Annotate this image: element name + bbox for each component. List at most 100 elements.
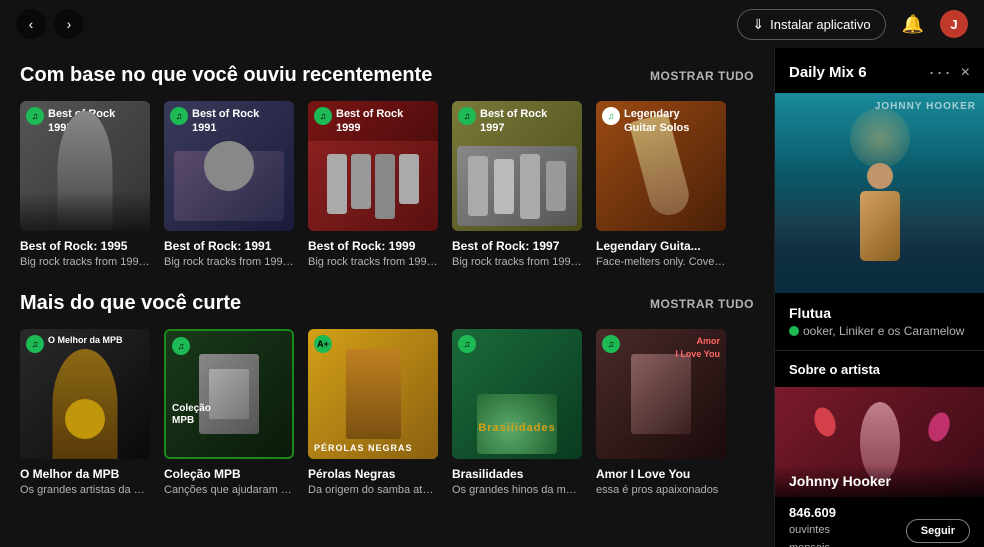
card-desc-rock-1997: Big rock tracks from 1997. Cover:... bbox=[452, 256, 582, 268]
card-label-brasil: Brasilidades bbox=[452, 467, 582, 481]
install-button[interactable]: ⇓ Instalar aplicativo bbox=[737, 9, 885, 40]
spotify-badge-brasil: ♫ bbox=[458, 335, 476, 353]
card-rock-1997[interactable]: ♫ Best of Rock1997 Best of Rock: 1997 Bi… bbox=[452, 101, 582, 268]
album-title-1991: Best of Rock1991 bbox=[192, 107, 259, 136]
spotify-badge-amor: ♫ bbox=[602, 335, 620, 353]
spotify-badge-1995: ♫ bbox=[26, 107, 44, 125]
about-header: Sobre o artista bbox=[775, 351, 984, 387]
card-desc-rock-1999: Big rock tracks from 1999. Cover: Blink-… bbox=[308, 256, 438, 268]
album-title-guitar: LegendaryGuitar Solos bbox=[624, 107, 689, 136]
card-desc-brasil: Os grandes hinos da música brasileira! bbox=[452, 484, 582, 496]
card-rock-1991-art: ♫ Best of Rock1991 bbox=[164, 101, 294, 231]
liked-section-header: Mais do que você curte Mostrar tudo bbox=[20, 292, 754, 315]
sidebar-album-art: JOHNNY HOOKER bbox=[775, 93, 984, 293]
track-artist-names: ooker, Liniker e os Caramelow bbox=[803, 324, 964, 338]
card-colecao-art: ♫ ColeçãoMPB bbox=[164, 329, 294, 459]
spotify-badge-colecao: ♫ bbox=[172, 337, 190, 355]
card-desc-mpb: Os grandes artistas da MPB. Foto: Djavan bbox=[20, 484, 150, 496]
card-desc-perolas: Da origem do samba até os dias de hoje,.… bbox=[308, 484, 438, 496]
card-brasil-art: ♫ Brasilidades bbox=[452, 329, 582, 459]
card-mpb[interactable]: ♫ O Melhor da MPB O Melhor da MPB Os gra… bbox=[20, 329, 150, 496]
liked-cards-row: ♫ O Melhor da MPB O Melhor da MPB Os gra… bbox=[20, 329, 754, 496]
card-label-amor: Amor I Love You bbox=[596, 467, 726, 481]
mpb-title-overlay: O Melhor da MPB bbox=[48, 335, 123, 347]
card-colecao[interactable]: ♫ ColeçãoMPB Coleção MPB Canções que aju… bbox=[164, 329, 294, 496]
spotify-badge-1991: ♫ bbox=[170, 107, 188, 125]
card-amor-art: ♫ AmorI Love You bbox=[596, 329, 726, 459]
colecao-title-overlay: ColeçãoMPB bbox=[172, 403, 211, 427]
card-desc-colecao: Canções que ajudaram a escrevre... bbox=[164, 484, 294, 496]
card-rock-1997-art: ♫ Best of Rock1997 bbox=[452, 101, 582, 231]
track-artists: ooker, Liniker e os Caramelow bbox=[789, 324, 970, 338]
forward-button[interactable]: › bbox=[54, 9, 84, 39]
sidebar-title: Daily Mix 6 bbox=[789, 64, 867, 81]
main-layout: Com base no que você ouviu recentemente … bbox=[0, 48, 984, 547]
install-label: Instalar aplicativo bbox=[770, 17, 870, 32]
card-label-perolas: Pérolas Negras bbox=[308, 467, 438, 481]
artist-name-overlay: Johnny Hooker bbox=[775, 465, 984, 497]
spotify-badge-1999: ♫ bbox=[314, 107, 332, 125]
sidebar-controls: ··· × bbox=[929, 62, 970, 83]
notification-button[interactable]: 🔔 bbox=[894, 10, 932, 39]
spotify-badge-guitar: ♫ bbox=[602, 107, 620, 125]
recent-section-header: Com base no que você ouviu recentemente … bbox=[20, 64, 754, 87]
card-label-rock-1999: Best of Rock: 1999 bbox=[308, 239, 438, 253]
card-desc-rock-1995: Big rock tracks from 1995. Cover: Oasis bbox=[20, 256, 150, 268]
playing-indicator bbox=[789, 326, 799, 336]
card-desc-amor: essa é pros apaixonados bbox=[596, 484, 726, 496]
listeners-label: ouvintesmensais bbox=[789, 524, 830, 547]
card-guitar[interactable]: ♫ LegendaryGuitar Solos Legendary Guita.… bbox=[596, 101, 726, 268]
listeners-info: 846.609 ouvintesmensais bbox=[789, 505, 836, 547]
card-label-rock-1995: Best of Rock: 1995 bbox=[20, 239, 150, 253]
sidebar-album-artist-text: JOHNNY HOOKER bbox=[875, 101, 976, 112]
card-perolas[interactable]: A+ PÉROLAS NEGRAS Pérolas Negras Da orig… bbox=[308, 329, 438, 496]
brasil-title-overlay: Brasilidades bbox=[478, 422, 555, 434]
card-guitar-art: ♫ LegendaryGuitar Solos bbox=[596, 101, 726, 231]
card-mpb-art: ♫ O Melhor da MPB bbox=[20, 329, 150, 459]
topbar: ‹ › ⇓ Instalar aplicativo 🔔 J bbox=[0, 0, 984, 48]
liked-section-title: Mais do que você curte bbox=[20, 292, 241, 315]
track-name: Flutua bbox=[789, 305, 970, 321]
card-brasil[interactable]: ♫ Brasilidades Brasilidades Os grandes h… bbox=[452, 329, 582, 496]
spotify-badge-mpb: ♫ bbox=[26, 335, 44, 353]
recent-show-all-button[interactable]: Mostrar tudo bbox=[650, 69, 754, 83]
listeners-count: 846.609 bbox=[789, 505, 836, 520]
card-rock-1995-art: ♫ Best of Rock 1995 bbox=[20, 101, 150, 231]
sidebar: Daily Mix 6 ··· × JOHNNY HOOKER Flutua bbox=[774, 48, 984, 547]
recent-cards-row: ♫ Best of Rock 1995 Best of Rock: 1995 B… bbox=[20, 101, 754, 268]
about-title: Sobre o artista bbox=[789, 362, 880, 377]
album-title-1999: Best of Rock1999 bbox=[336, 107, 403, 136]
about-artist-section: Sobre o artista Johnny Hooker bbox=[775, 351, 984, 547]
liked-show-all-button[interactable]: Mostrar tudo bbox=[650, 297, 754, 311]
sidebar-close-button[interactable]: × bbox=[961, 64, 970, 82]
card-desc-guitar: Face-melters only. Cover: Eddie Van... bbox=[596, 256, 726, 268]
card-rock-1995[interactable]: ♫ Best of Rock 1995 Best of Rock: 1995 B… bbox=[20, 101, 150, 268]
card-label-guitar: Legendary Guita... bbox=[596, 239, 726, 253]
back-button[interactable]: ‹ bbox=[16, 9, 46, 39]
card-desc-rock-1991: Big rock tracks from 1991. Cover: Red H.… bbox=[164, 256, 294, 268]
spotify-badge-perolas: A+ bbox=[314, 335, 332, 353]
card-amor[interactable]: ♫ AmorI Love You Amor I Love You essa é … bbox=[596, 329, 726, 496]
card-label-mpb: O Melhor da MPB bbox=[20, 467, 150, 481]
recent-section-title: Com base no que você ouviu recentemente bbox=[20, 64, 432, 87]
sidebar-track-info: Flutua ooker, Liniker e os Caramelow bbox=[775, 293, 984, 351]
spotify-badge-1997: ♫ bbox=[458, 107, 476, 125]
sidebar-more-button[interactable]: ··· bbox=[929, 62, 953, 83]
sidebar-header: Daily Mix 6 ··· × bbox=[775, 48, 984, 93]
card-label-colecao: Coleção MPB bbox=[164, 467, 294, 481]
perolas-badge: PÉROLAS NEGRAS bbox=[314, 443, 413, 453]
card-rock-1991[interactable]: ♫ Best of Rock1991 Best of Rock: 1991 Bi… bbox=[164, 101, 294, 268]
card-rock-1999[interactable]: ♫ Best of Rock1999 Best of Rock: 1999 Bi… bbox=[308, 101, 438, 268]
avatar[interactable]: J bbox=[940, 10, 968, 38]
download-icon: ⇓ bbox=[752, 16, 764, 33]
card-perolas-art: A+ PÉROLAS NEGRAS bbox=[308, 329, 438, 459]
artist-stats: 846.609 ouvintesmensais Seguir bbox=[775, 497, 984, 547]
card-label-rock-1991: Best of Rock: 1991 bbox=[164, 239, 294, 253]
content-area: Com base no que você ouviu recentemente … bbox=[0, 48, 774, 547]
card-rock-1999-art: ♫ Best of Rock1999 bbox=[308, 101, 438, 231]
album-title-1997: Best of Rock1997 bbox=[480, 107, 547, 136]
artist-name-sidebar: Johnny Hooker bbox=[789, 473, 970, 489]
artist-image-container: Johnny Hooker bbox=[775, 387, 984, 497]
follow-button[interactable]: Seguir bbox=[906, 519, 970, 543]
card-label-rock-1997: Best of Rock: 1997 bbox=[452, 239, 582, 253]
